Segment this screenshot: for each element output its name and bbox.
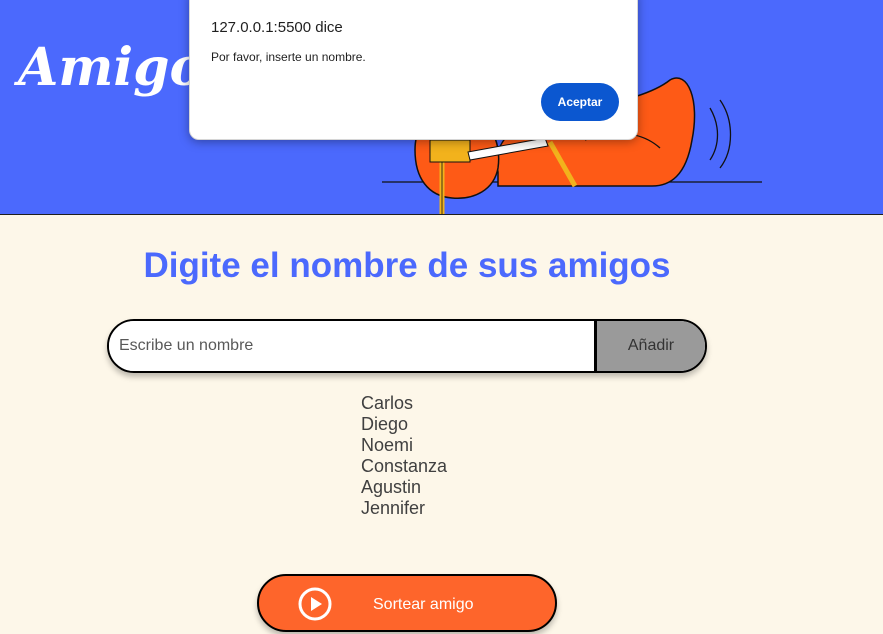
friend-item: Jennifer	[361, 498, 426, 518]
friend-item: Noemi	[361, 435, 414, 455]
alert-dialog: 127.0.0.1:5500 dice Por favor, inserte u…	[189, 0, 638, 140]
play-circle-icon	[298, 587, 332, 621]
draw-button-label: Sortear amigo	[373, 596, 474, 613]
dialog-origin: 127.0.0.1:5500 dice	[211, 19, 343, 36]
dialog-accept-button[interactable]: Aceptar	[541, 83, 619, 121]
draw-friend-button[interactable]: Sortear amigo	[257, 574, 557, 632]
friends-list: Carlos Diego Noemi Constanza Agustin Jen…	[361, 393, 447, 519]
section-title: Digite el nombre de sus amigos	[143, 246, 671, 285]
name-input[interactable]	[109, 321, 595, 371]
friend-item: Carlos	[361, 393, 414, 413]
friend-item: Diego	[361, 414, 409, 434]
friend-item: Agustin	[361, 477, 422, 497]
input-section: Añadir	[107, 319, 707, 373]
add-button[interactable]: Añadir	[594, 321, 705, 371]
friend-item: Constanza	[361, 456, 448, 476]
dialog-message: Por favor, inserte un nombre.	[211, 50, 366, 64]
